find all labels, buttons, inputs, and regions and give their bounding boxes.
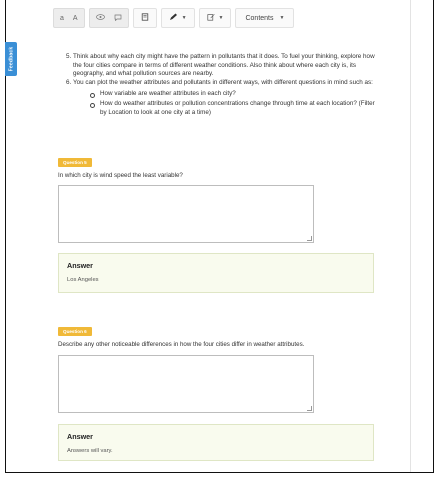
- answer-text: Answers will vary.: [67, 448, 113, 454]
- pen-icon: [169, 13, 178, 23]
- instruction-item: 5. Think about why each city might have …: [66, 53, 375, 78]
- question-6-answer-box: Answer Answers will vary.: [58, 424, 374, 461]
- edit-icon: [206, 13, 215, 23]
- view-group: [88, 8, 129, 28]
- sub-item: How variable are weather attributes in e…: [86, 90, 380, 99]
- notebook-icon: [141, 13, 149, 23]
- question-5-answer-box: Answer Los Angeles: [58, 253, 374, 293]
- question-6-badge: Question 6: [58, 327, 92, 336]
- instruction-item: 6. You can plot the weather attributes a…: [66, 78, 373, 86]
- comment-icon[interactable]: [114, 14, 122, 23]
- feedback-label: Feedback: [8, 46, 15, 72]
- eye-icon[interactable]: [95, 14, 105, 22]
- chevron-down-icon: ▼: [279, 15, 285, 21]
- font-size-large-button[interactable]: A: [73, 15, 78, 22]
- question-5-prompt: In which city is wind speed the least va…: [58, 172, 183, 179]
- question-5-answer-input[interactable]: [58, 185, 314, 243]
- chevron-down-icon: ▼: [181, 15, 187, 21]
- resize-handle-icon[interactable]: [307, 236, 312, 241]
- answer-title: Answer: [67, 261, 93, 270]
- highlighter-button[interactable]: ▼: [160, 8, 195, 28]
- contents-dropdown[interactable]: Contents ▼: [235, 8, 295, 28]
- answer-text: Los Angeles: [67, 277, 99, 283]
- sub-item: How do weather attributes or pollution c…: [86, 100, 380, 117]
- font-size-small-button[interactable]: a: [60, 15, 64, 22]
- question-6-answer-input[interactable]: [58, 355, 314, 413]
- question-6-prompt: Describe any other noticeable difference…: [58, 341, 305, 348]
- editor-toolbar: a A ▼ ▼ Contents ▼: [53, 7, 295, 29]
- contents-label: Contents: [245, 14, 274, 22]
- font-size-group: a A: [53, 8, 85, 28]
- instructions-list: 5. Think about why each city might have …: [60, 53, 380, 118]
- instruction-subitems: How variable are weather attributes in e…: [60, 90, 380, 117]
- edit-button[interactable]: ▼: [198, 8, 232, 28]
- notebook-button[interactable]: [132, 8, 157, 28]
- feedback-tab[interactable]: Feedback: [5, 42, 17, 76]
- content-right-rule: [410, 0, 411, 472]
- chevron-down-icon: ▼: [218, 15, 224, 21]
- question-5-badge: Question 5: [58, 158, 92, 167]
- resize-handle-icon[interactable]: [307, 406, 312, 411]
- answer-title: Answer: [67, 432, 93, 441]
